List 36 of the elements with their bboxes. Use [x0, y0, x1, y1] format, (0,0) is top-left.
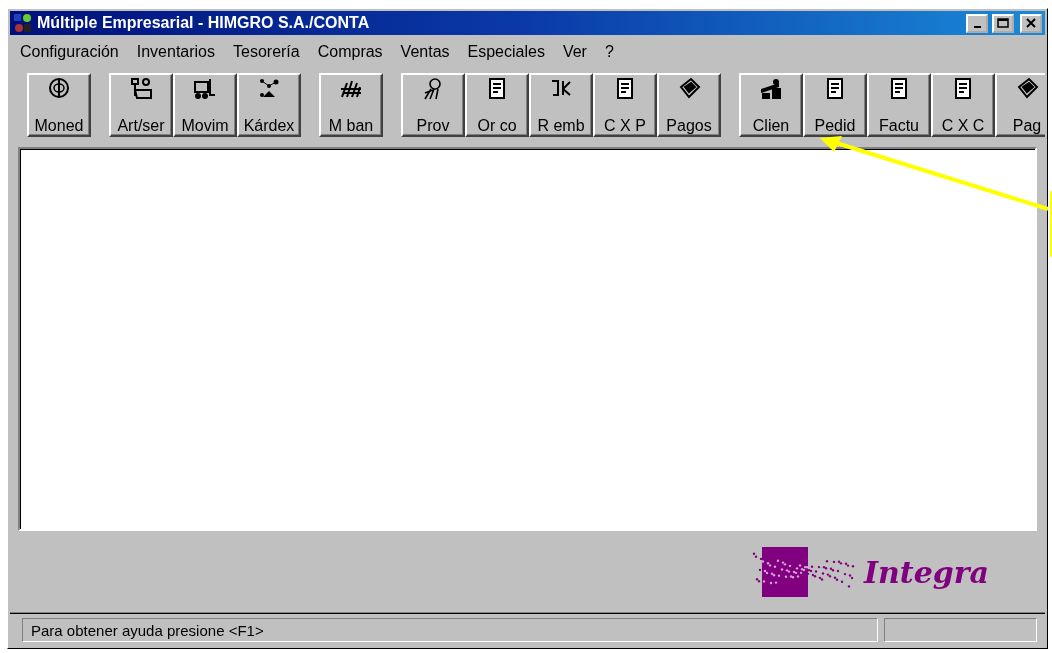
status-message: Para obtener ayuda presione <F1> [22, 618, 878, 642]
logo-text: Integra [864, 554, 989, 590]
toolbar-button[interactable]: Moned [27, 73, 91, 137]
menu-item[interactable]: Especiales [467, 43, 545, 61]
close-button[interactable] [1020, 13, 1042, 33]
toolbar-button[interactable]: C X C [931, 73, 995, 137]
menu-item[interactable]: Ventas [400, 43, 450, 61]
close-icon [1026, 18, 1036, 28]
maximize-icon [997, 18, 1009, 28]
toolbar-button[interactable]: Prov [401, 73, 465, 137]
forklift-icon [193, 77, 217, 101]
minimize-button[interactable] [966, 13, 988, 33]
toolbar-button[interactable]: Clien [739, 73, 803, 137]
menu-item[interactable]: ? [604, 43, 614, 61]
tree-icon [129, 77, 153, 101]
menu-item[interactable]: Ver [562, 43, 587, 61]
toolbar-button[interactable]: Pedid [803, 73, 867, 137]
menu-item[interactable]: Inventarios [136, 43, 215, 61]
toolbar-button[interactable]: R emb [529, 73, 593, 137]
app-icon [13, 13, 33, 33]
toolbar-button[interactable]: Pag [995, 73, 1045, 137]
maximize-button[interactable] [992, 13, 1014, 33]
menu-item[interactable]: Tesorería [233, 43, 300, 61]
toolbar-button[interactable]: M ban [319, 73, 383, 137]
minimize-icon [973, 26, 981, 28]
toolbar-button[interactable]: Movim [173, 73, 237, 137]
menu-item[interactable]: Compras [317, 43, 383, 61]
toolbar-button[interactable]: C X P [593, 73, 657, 137]
toolbar-button[interactable]: Factu [867, 73, 931, 137]
toolbar-button[interactable]: Or co [465, 73, 529, 137]
coin-icon [47, 77, 71, 101]
toolbar-button[interactable]: Art/ser [109, 73, 173, 137]
toolbar-button[interactable]: Pagos [657, 73, 721, 137]
toolbar-button[interactable]: Kárdex [237, 73, 301, 137]
menu-item[interactable]: Configuración [20, 43, 119, 61]
window-title: Múltiple Empresarial - HIMGRO S.A./CONTA [37, 14, 371, 32]
